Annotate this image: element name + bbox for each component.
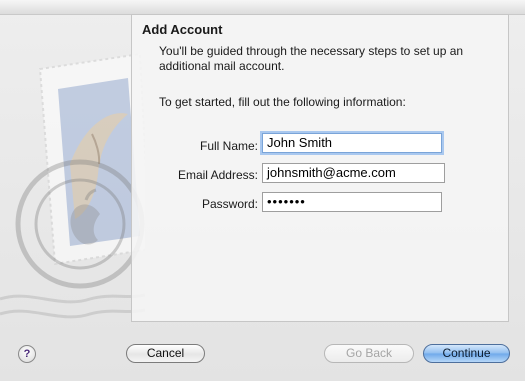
window-titlebar [0, 0, 525, 15]
cancel-button[interactable]: Cancel [126, 344, 205, 363]
go-back-button[interactable]: Go Back [324, 344, 414, 363]
password-label: Password: [201, 197, 258, 211]
add-account-panel: Add Account You'll be guided through the… [131, 14, 509, 322]
continue-button[interactable]: Continue [423, 344, 510, 363]
email-field[interactable]: johnsmith@acme.com [262, 163, 445, 183]
full-name-field[interactable]: John Smith [262, 133, 442, 153]
panel-title: Add Account [142, 22, 223, 37]
help-button[interactable]: ? [18, 345, 36, 363]
mail-stamp-illustration [0, 14, 145, 324]
password-field[interactable]: ••••••• [262, 192, 442, 212]
full-name-label: Full Name: [199, 139, 258, 153]
email-label: Email Address: [177, 168, 258, 182]
prompt-text: To get started, fill out the following i… [159, 95, 406, 109]
intro-text: You'll be guided through the necessary s… [159, 44, 464, 73]
